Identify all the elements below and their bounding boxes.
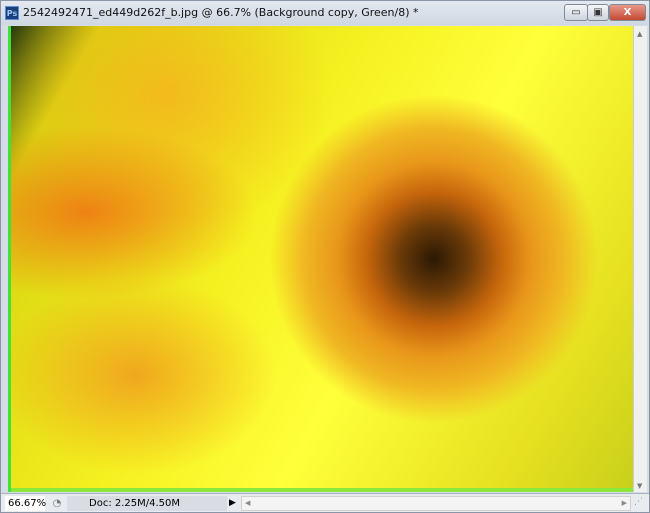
vertical-scrollbar[interactable]: ▲ ▼ — [633, 26, 647, 492]
info-icon[interactable]: ◔ — [49, 496, 65, 511]
image-canvas[interactable] — [8, 26, 633, 492]
document-window: Ps 2542492471_ed449d262f_b.jpg @ 66.7% (… — [0, 0, 650, 513]
horizontal-scrollbar[interactable]: ◀ ▶ — [241, 496, 631, 511]
zoom-field[interactable]: 66.67% — [5, 496, 46, 511]
status-menu-arrow[interactable]: ▶ — [229, 496, 236, 511]
minimize-button[interactable]: ▭ — [564, 4, 588, 21]
scroll-left-icon[interactable]: ◀ — [245, 497, 250, 510]
close-button[interactable]: X — [609, 4, 646, 21]
scroll-down-icon[interactable]: ▼ — [637, 482, 642, 490]
scroll-up-icon[interactable]: ▲ — [637, 30, 642, 38]
scroll-right-icon[interactable]: ▶ — [622, 497, 627, 510]
maximize-button[interactable]: ▣ — [587, 4, 609, 21]
photoshop-icon: Ps — [5, 6, 19, 20]
doc-size: Doc: 2.25M/4.50M — [67, 496, 227, 511]
window-title: 2542492471_ed449d262f_b.jpg @ 66.7% (Bac… — [23, 6, 419, 19]
title-bar[interactable]: Ps 2542492471_ed449d262f_b.jpg @ 66.7% (… — [1, 1, 649, 25]
resize-grip-icon[interactable]: ⋰ — [634, 497, 643, 507]
status-bar: 66.67% ◔ Doc: 2.25M/4.50M ▶ ◀ ▶ ⋰ — [1, 493, 649, 512]
